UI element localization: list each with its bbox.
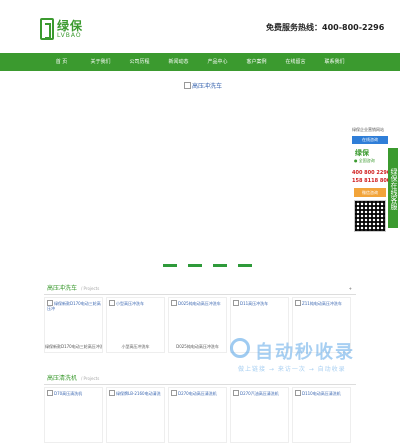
product-image-broken[interactable]: D110电动高压清洗机 [295,390,349,396]
product-image-broken[interactable]: D025纯电动高压冲洗车 [171,300,225,306]
product-caption[interactable]: 绿保新款D170电动三轮高压冲洗 [45,344,102,350]
section-title-text[interactable]: 高压冲洗车 [47,285,77,292]
qr-code-icon [354,200,386,232]
banner-dot[interactable] [188,264,202,267]
site-logo[interactable]: 绿保 LVBAO [40,17,96,43]
floating-service-panel: 绿保企业营销网站 在线咨询 绿保 ● 全国咨询 400 800 2296 158… [352,127,398,254]
section-title: 高压清洗机 / Projects [44,373,356,385]
float-free-label: ● 全国咨询 [354,158,375,163]
product-cards: 绿保新款D170电动三轮高压冲 绿保新款D170电动三轮高压冲洗 小型高压冲洗车… [44,297,351,353]
product-image-broken[interactable]: Z11纯电动高压冲洗车 [295,300,349,306]
section-subtitle: / Projects [80,286,100,291]
float-top-note[interactable]: 绿保企业营销网站 [352,127,392,133]
nav-item-news[interactable]: 新闻动态 [159,53,198,71]
product-image-broken[interactable]: 绿保新款D170电动三轮高压冲 [47,300,101,311]
nav-item-home[interactable]: 首 页 [42,53,81,71]
section-title-text[interactable]: 高压清洗机 [47,375,77,382]
product-card[interactable]: D025纯电动高压冲洗车 D025纯电动高压冲洗车 [168,297,227,353]
product-card[interactable]: 绿保牌LB-2160电动清洗 [106,387,165,443]
product-card[interactable]: D110电动高压清洗机 [292,387,351,443]
product-card[interactable]: D11高压冲洗车 [230,297,289,353]
product-card[interactable]: D270电动高压清洗机 [168,387,227,443]
product-card[interactable]: 绿保新款D170电动三轮高压冲 绿保新款D170电动三轮高压冲洗 [44,297,103,353]
banner-dot[interactable] [213,264,227,267]
product-image-broken[interactable]: 绿保牌LB-2160电动清洗 [109,390,163,396]
nav-item-message[interactable]: 在线留言 [276,53,315,71]
product-image-broken[interactable]: D11高压冲洗车 [233,300,287,306]
banner-dot[interactable] [238,264,252,267]
banner-image-broken[interactable]: 高压冲洗车 [184,81,222,90]
banner-slider: 高压冲洗车 [0,71,400,274]
product-card[interactable]: Z11纯电动高压冲洗车 [292,297,351,353]
main-nav: 首 页 关于我们 公司历程 新闻动态 产品中心 客户案例 在线留言 联系我们 [0,53,400,71]
nav-item-about[interactable]: 关于我们 [81,53,120,71]
logo-text-en: LVBAO [57,32,82,39]
service-hotline: 免费服务热线：400-800-2296 [266,23,385,32]
product-caption[interactable]: D025纯电动高压冲洗车 [169,344,226,350]
section-title: 高压冲洗车 / Projects [44,283,356,295]
float-logo: 绿保 [355,149,369,157]
product-cards: D70高压清洗机 绿保牌LB-2160电动清洗 D270电动高压清洗机 D270… [44,387,351,443]
banner-dot[interactable] [163,264,177,267]
product-card[interactable]: D70高压清洗机 [44,387,103,443]
online-service-tab[interactable]: 绿保在线客服 [388,148,398,228]
section-subtitle: / Projects [80,376,100,381]
nav-item-history[interactable]: 公司历程 [120,53,159,71]
logo-mark-icon [40,18,54,40]
product-card[interactable]: 小型高压冲洗车 小型高压冲洗车 [106,297,165,353]
watermark-subtext: 做上链接 → 来访一次 → 自动收录 [238,366,346,373]
product-image-broken[interactable]: D270电动高压清洗机 [171,390,225,396]
site-header: 绿保 LVBAO 免费服务热线：400-800-2296 [0,0,400,50]
nav-item-products[interactable]: 产品中心 [198,53,237,71]
nav-item-contact[interactable]: 联系我们 [315,53,354,71]
product-image-broken[interactable]: D70高压清洗机 [47,390,101,396]
product-card[interactable]: D270汽油高压清洗机 [230,387,289,443]
online-consult-button[interactable]: 在线咨询 [352,136,388,144]
product-caption[interactable]: 小型高压冲洗车 [107,344,164,350]
more-link[interactable]: + [349,286,352,291]
product-image-broken[interactable]: D270汽油高压清洗机 [233,390,287,396]
product-image-broken[interactable]: 小型高压冲洗车 [109,300,163,306]
banner-dots [163,264,252,267]
wechat-consult-button[interactable]: 微信咨询 [354,188,386,197]
nav-item-cases[interactable]: 客户案例 [237,53,276,71]
